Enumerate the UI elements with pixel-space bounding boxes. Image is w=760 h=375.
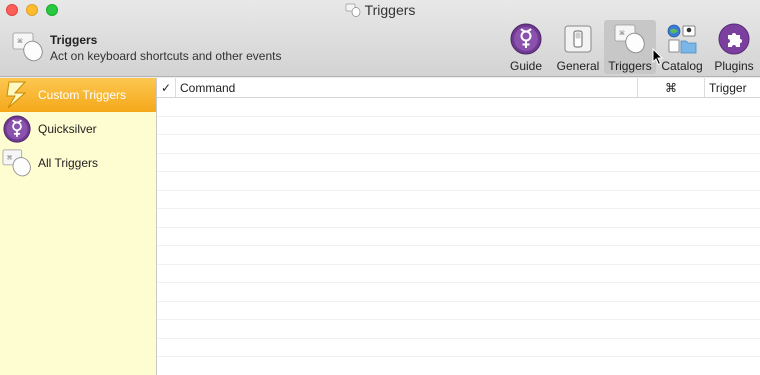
svg-text:⌘: ⌘ (17, 38, 23, 45)
toolbar-item-label: Triggers (608, 59, 652, 73)
table-row (157, 209, 760, 228)
lightning-icon (6, 81, 27, 109)
table-row (157, 135, 760, 154)
window-title-text: Triggers (364, 2, 416, 18)
toolbar-triggers-button[interactable]: ⌘ Triggers (604, 20, 656, 74)
toolbar-plugins-button[interactable]: Plugins (708, 20, 760, 74)
toolbar-item-label: Catalog (661, 59, 703, 73)
table-row (157, 153, 760, 172)
table-row (157, 246, 760, 265)
sidebar-item-label: Quicksilver (38, 122, 97, 136)
trigger-mouse-icon: ⌘ (2, 149, 31, 177)
sidebar-item-all-triggers[interactable]: ⌘ All Triggers (0, 146, 156, 180)
column-header-enabled[interactable]: ✓ (157, 78, 176, 97)
preferences-toolbar: Guide General ⌘ Triggers Catalog Plugins (500, 20, 760, 76)
table-row (157, 301, 760, 320)
trigger-mouse-icon: ⌘ (614, 24, 645, 54)
mouse-pointer-icon (652, 48, 664, 66)
triggers-table: ✓ Command ⌘ Trigger (157, 78, 760, 375)
quicksilver-icon (3, 115, 31, 143)
table-row (157, 190, 760, 209)
page-subtitle: Act on keyboard shortcuts and other even… (50, 49, 282, 63)
header-text: Triggers Act on keyboard shortcuts and o… (50, 33, 281, 63)
svg-text:⌘: ⌘ (619, 30, 625, 37)
puzzle-icon (718, 23, 750, 55)
table-row (157, 172, 760, 191)
trigger-mouse-icon (345, 3, 360, 17)
title-bar: Triggers ⌘ Triggers Act on keyboard shor… (0, 0, 760, 77)
column-header-command[interactable]: Command (176, 78, 638, 97)
column-header-trigger[interactable]: Trigger (705, 78, 760, 97)
table-row (157, 357, 760, 375)
table-row (157, 227, 760, 246)
table-row (157, 338, 760, 357)
toolbar-guide-button[interactable]: Guide (500, 20, 552, 74)
sidebar-item-quicksilver[interactable]: Quicksilver (0, 112, 156, 146)
toolbar-item-label: Guide (509, 59, 543, 73)
table-row (157, 98, 760, 117)
trigger-mouse-icon: ⌘ (12, 32, 43, 62)
toolbar-item-label: Plugins (714, 59, 754, 73)
page-title: Triggers (50, 33, 98, 47)
table-row (157, 116, 760, 135)
trigger-sets-sidebar: Custom Triggers Quicksilver ⌘ All Trigge… (0, 78, 157, 375)
sidebar-item-label: Custom Triggers (38, 88, 127, 102)
toolbar-item-label: General (556, 59, 600, 73)
window-title: Triggers (0, 2, 760, 18)
catalog-icon (667, 24, 697, 54)
sidebar-item-label: All Triggers (38, 156, 99, 170)
toolbar-general-button[interactable]: General (552, 20, 604, 74)
table-row (157, 320, 760, 339)
table-body (157, 98, 760, 375)
quicksilver-icon (510, 23, 542, 55)
column-header-shortcut[interactable]: ⌘ (638, 78, 705, 97)
table-row (157, 283, 760, 302)
sidebar-item-custom-triggers[interactable]: Custom Triggers (0, 78, 156, 112)
table-row (157, 264, 760, 283)
table-header: ✓ Command ⌘ Trigger (157, 78, 760, 98)
switch-icon (564, 25, 592, 53)
svg-text:⌘: ⌘ (7, 154, 13, 161)
